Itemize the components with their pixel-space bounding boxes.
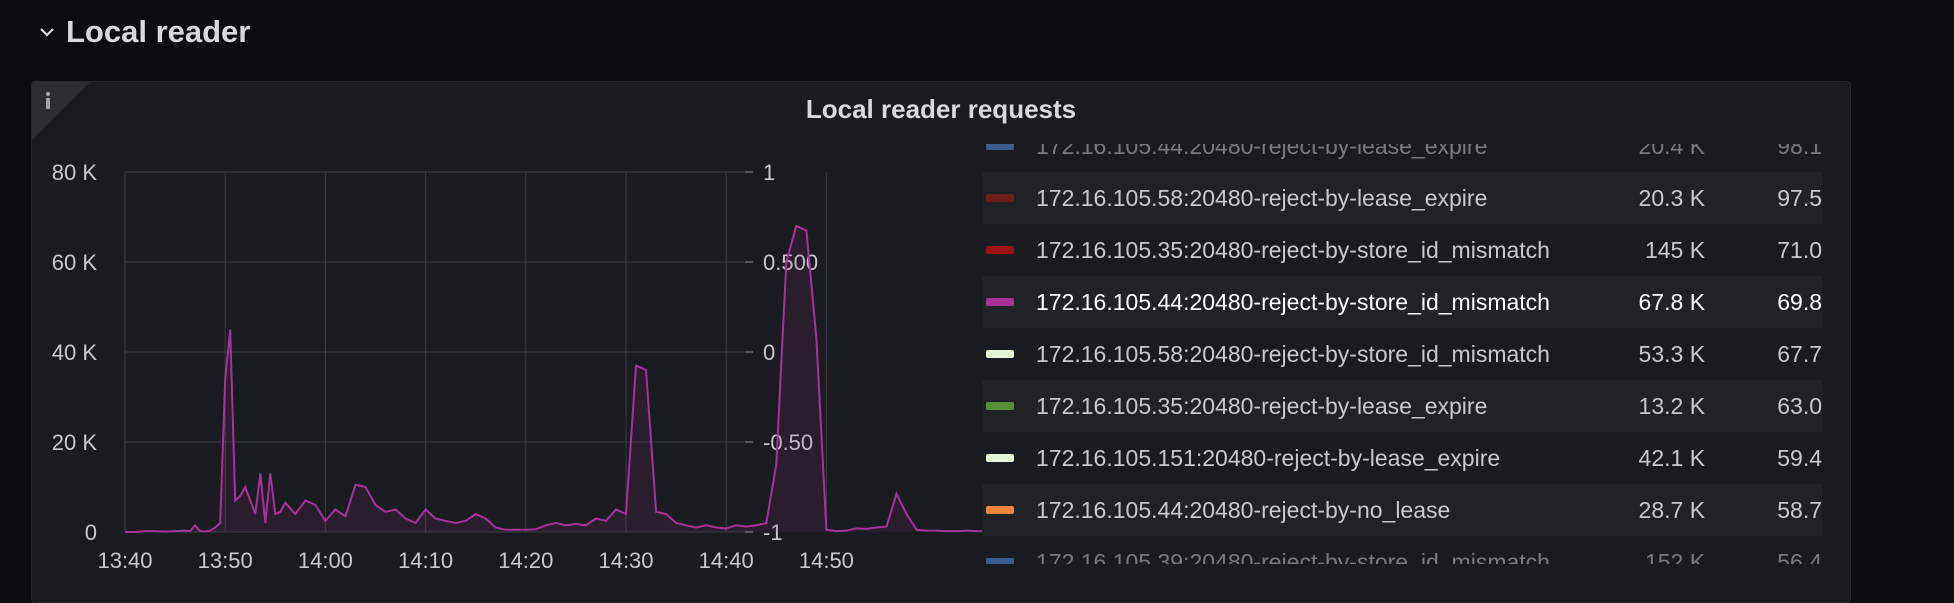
legend-item[interactable]: 172.16.105.58:20480-reject-by-lease_expi… [982, 172, 1822, 224]
legend-value-total: 152 K [1644, 548, 1706, 565]
legend-item[interactable]: 172.16.105.35:20480-reject-by-store_id_m… [982, 224, 1822, 276]
x-tick-label: 14:40 [699, 548, 754, 573]
legend-swatch [986, 246, 1014, 254]
legend-item[interactable]: 172.16.105.58:20480-reject-by-store_id_m… [982, 328, 1822, 380]
legend-item[interactable]: 172.16.105.39:20480-reject-by-store_id_m… [982, 536, 1822, 564]
legend-swatch [986, 350, 1014, 358]
y-right-tick-label: 0 [763, 340, 775, 365]
legend-value-total: 20.3 K [1638, 184, 1706, 211]
legend-value-total: 13.2 K [1638, 392, 1706, 419]
x-tick-label: 13:50 [198, 548, 253, 573]
x-tick-label: 14:30 [598, 548, 653, 573]
x-tick-label: 14:50 [799, 548, 854, 573]
y-left-tick-label: 80 K [52, 160, 98, 185]
legend-series-name: 172.16.105.44:20480-reject-by-lease_expi… [1036, 144, 1488, 159]
legend-swatch [986, 558, 1014, 564]
x-tick-label: 13:40 [97, 548, 152, 573]
y-left-tick-label: 20 K [52, 430, 98, 455]
legend-value-stat: 58.7 [1777, 496, 1823, 523]
legend-item[interactable]: 172.16.105.44:20480-reject-by-no_lease 28… [982, 484, 1822, 536]
legend-swatch [986, 402, 1014, 410]
y-right-tick-label: 1 [763, 160, 775, 185]
legend-value-stat: 98.1 [1777, 144, 1823, 159]
legend-value-total: 67.8 K [1638, 288, 1706, 315]
legend-series-name: 172.16.105.44:20480-reject-by-no_lease [1036, 496, 1451, 523]
legend-swatch [986, 454, 1014, 462]
legend-item[interactable]: 172.16.105.151:20480-reject-by-lease_exp… [982, 432, 1822, 484]
legend-swatch [986, 506, 1014, 514]
legend[interactable]: 172.16.105.44:20480-reject-by-lease_expi… [982, 144, 1850, 564]
legend-series-name: 172.16.105.58:20480-reject-by-lease_expi… [1036, 184, 1488, 211]
legend-swatch [986, 144, 1014, 150]
y-left-tick-label: 60 K [52, 250, 98, 275]
legend-value-stat: 71.0 [1777, 236, 1823, 263]
y-left-tick-label: 40 K [52, 340, 98, 365]
legend-item[interactable]: 172.16.105.44:20480-reject-by-lease_expi… [982, 144, 1822, 172]
legend-value-stat: 67.7 [1777, 340, 1823, 367]
row-title: Local reader [66, 14, 251, 49]
legend-series-name: 172.16.105.39:20480-reject-by-store_id_m… [1036, 548, 1550, 565]
x-tick-label: 14:20 [498, 548, 553, 573]
legend-value-total: 145 K [1644, 236, 1706, 263]
legend-item[interactable]: 172.16.105.35:20480-reject-by-lease_expi… [982, 380, 1822, 432]
x-tick-label: 14:00 [298, 548, 353, 573]
series-line [125, 224, 992, 533]
legend-series-name: 172.16.105.35:20480-reject-by-store_id_m… [1036, 236, 1550, 263]
legend-value-total: 53.3 K [1638, 340, 1706, 367]
x-tick-label: 14:10 [398, 548, 453, 573]
legend-value-total: 20.4 K [1638, 144, 1706, 159]
line-chart[interactable]: 0 -120 K -0.5040 K 060 K 0.50080 K 113:40 13:5… [32, 82, 992, 602]
legend-swatch [986, 194, 1014, 202]
legend-value-stat: 56.4 [1777, 548, 1823, 565]
legend-value-stat: 59.4 [1777, 444, 1823, 471]
legend-swatch [986, 298, 1014, 306]
y-left-tick-label: 0 [85, 520, 97, 545]
legend-value-total: 28.7 K [1638, 496, 1706, 523]
legend-series-name: 172.16.105.58:20480-reject-by-store_id_m… [1036, 340, 1550, 367]
legend-value-stat: 63.0 [1777, 392, 1823, 419]
legend-series-name: 172.16.105.35:20480-reject-by-lease_expi… [1036, 392, 1488, 419]
chevron-down-icon[interactable] [38, 23, 56, 41]
legend-series-name: 172.16.105.44:20480-reject-by-store_id_m… [1036, 288, 1550, 315]
legend-series-name: 172.16.105.151:20480-reject-by-lease_exp… [1036, 444, 1501, 471]
row-header[interactable]: Local reader [38, 12, 250, 52]
legend-value-stat: 97.5 [1777, 184, 1823, 211]
legend-item[interactable]: 172.16.105.44:20480-reject-by-store_id_m… [982, 276, 1822, 328]
series-area [125, 226, 992, 532]
panel-local-reader-requests[interactable]: Local reader requests 0 -1 20 K -0.50 40 K06… [31, 81, 1851, 603]
legend-value-total: 42.1 K [1638, 444, 1706, 471]
legend-value-stat: 69.8 [1777, 288, 1823, 315]
